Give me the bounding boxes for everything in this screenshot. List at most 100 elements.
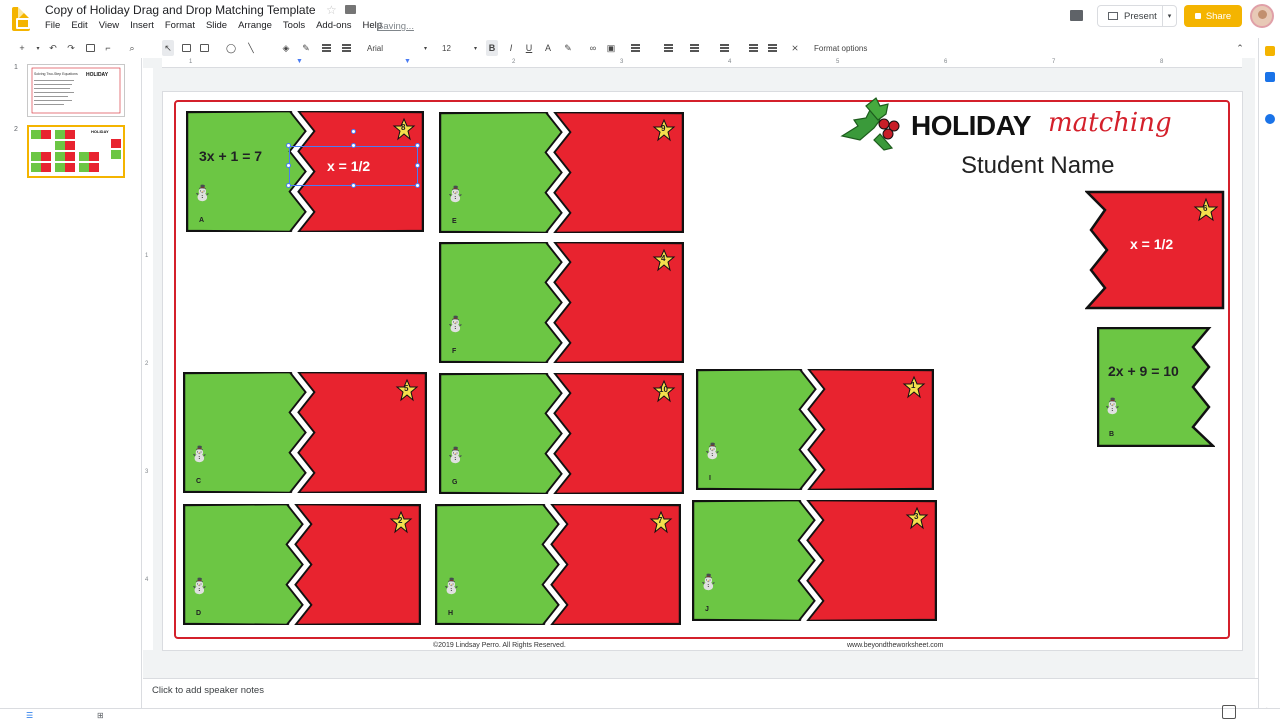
new-slide-icon[interactable]: +: [16, 40, 28, 56]
filmstrip-view-icon[interactable]: ☰: [26, 711, 33, 720]
fill-color-icon[interactable]: ◈: [280, 40, 292, 56]
resize-handle[interactable]: [286, 163, 291, 168]
menu-file[interactable]: File: [45, 20, 60, 31]
snowman-icon: ⛄: [446, 186, 465, 203]
speaker-notes-placeholder[interactable]: Click to add speaker notes: [152, 685, 264, 696]
star-number: 7: [658, 516, 663, 525]
puzzle-card[interactable]: 3 ⛄ J: [692, 500, 937, 621]
text-color-icon[interactable]: A: [542, 40, 554, 56]
indent-marker-icon: ▼: [296, 58, 303, 65]
menu-tools[interactable]: Tools: [283, 20, 305, 31]
print-icon[interactable]: [84, 40, 96, 56]
border-weight-icon[interactable]: [320, 40, 332, 56]
line-icon[interactable]: ╲: [245, 40, 257, 56]
menu-slide[interactable]: Slide: [206, 20, 227, 31]
puzzle-card[interactable]: 5 ⛄ C: [183, 372, 427, 493]
vertical-ruler[interactable]: 1 2 3 4: [143, 68, 153, 650]
puzzle-card[interactable]: 2 ⛄ D: [183, 504, 421, 625]
clear-format-icon[interactable]: ⨯: [789, 40, 801, 56]
font-select[interactable]: Arial ▾: [367, 40, 427, 56]
comment-history-icon[interactable]: [1070, 10, 1083, 21]
share-label: Share: [1205, 10, 1232, 22]
new-slide-dropdown-icon[interactable]: ▾: [32, 40, 44, 56]
indent-less-icon[interactable]: [747, 40, 759, 56]
calendar-icon[interactable]: [1265, 72, 1275, 82]
line-spacing-icon[interactable]: [662, 40, 674, 56]
indent-more-icon[interactable]: [766, 40, 778, 56]
loose-red-piece[interactable]: 6 x = 1/2: [1085, 190, 1225, 310]
border-dash-icon[interactable]: [340, 40, 352, 56]
card-letter: J: [705, 606, 709, 613]
zoom-icon[interactable]: ⌕: [126, 40, 138, 56]
grid-view-icon[interactable]: ⊞: [97, 711, 104, 720]
puzzle-card[interactable]: 10 ⛄ G: [439, 373, 684, 494]
share-button[interactable]: Share: [1184, 5, 1242, 27]
puzzle-card[interactable]: 1 ⛄ I: [696, 369, 934, 490]
resize-handle[interactable]: [286, 183, 291, 188]
underline-icon[interactable]: U: [523, 40, 535, 56]
slide-thumbnail-2[interactable]: HOLIDAY: [27, 125, 125, 178]
format-options-button[interactable]: Format options: [814, 40, 867, 56]
loose-green-letter: B: [1109, 431, 1115, 438]
loose-green-equation: 2x + 9 = 10: [1108, 363, 1179, 379]
textbox-icon[interactable]: [180, 40, 192, 56]
link-icon[interactable]: ∞: [587, 40, 599, 56]
resize-handle[interactable]: [351, 143, 356, 148]
resize-handle[interactable]: [415, 183, 420, 188]
highlight-icon[interactable]: ✎: [562, 40, 574, 56]
present-button[interactable]: Present ▾: [1097, 5, 1177, 27]
paint-format-icon[interactable]: ⌐: [102, 40, 114, 56]
border-color-icon[interactable]: ✎: [300, 40, 312, 56]
explore-icon[interactable]: [1222, 705, 1236, 719]
undo-icon[interactable]: ↶: [47, 40, 59, 56]
font-size-select[interactable]: 12 ▾: [442, 40, 477, 56]
card-letter: E: [452, 218, 457, 225]
horizontal-ruler[interactable]: 1 2 3 4 5 6 7 8 ▼ ▼: [162, 58, 1242, 68]
menu-insert[interactable]: Insert: [130, 20, 154, 31]
resize-handle[interactable]: [351, 183, 356, 188]
slides-logo-icon[interactable]: [12, 7, 30, 31]
numbered-list-icon[interactable]: [688, 40, 700, 56]
svg-text:HOLIDAY: HOLIDAY: [86, 72, 109, 78]
italic-icon[interactable]: I: [505, 40, 517, 56]
snowman-icon: ⛄: [446, 316, 465, 333]
keep-icon[interactable]: [1265, 46, 1275, 56]
slide-number: 2: [14, 126, 18, 133]
slide-thumbnail-1[interactable]: Solving Two-Step Equations HOLIDAY: [27, 64, 125, 117]
redo-icon[interactable]: ↷: [65, 40, 77, 56]
puzzle-card[interactable]: 4 ⛄ F: [439, 242, 684, 363]
star-number: 10: [659, 385, 668, 394]
selected-textbox-text[interactable]: x = 1/2: [327, 158, 370, 174]
comment-add-icon[interactable]: ▣: [605, 40, 617, 56]
bulleted-list-icon[interactable]: [718, 40, 730, 56]
avatar[interactable]: [1250, 4, 1274, 28]
menu-view[interactable]: View: [99, 20, 119, 31]
present-icon: [1108, 12, 1118, 20]
star-icon[interactable]: ☆: [326, 3, 337, 17]
selected-textbox[interactable]: x = 1/2: [289, 146, 418, 186]
speaker-notes[interactable]: [143, 678, 1258, 708]
rotate-handle[interactable]: [351, 129, 356, 134]
menu-format[interactable]: Format: [165, 20, 195, 31]
collapse-icon[interactable]: ⌃: [1234, 40, 1246, 56]
resize-handle[interactable]: [415, 163, 420, 168]
snowman-icon: ⛄: [442, 578, 461, 595]
resize-handle[interactable]: [286, 143, 291, 148]
student-name-text[interactable]: Student Name: [961, 152, 1114, 180]
document-title[interactable]: Copy of Holiday Drag and Drop Matching T…: [45, 3, 316, 17]
shape-icon[interactable]: ◯: [225, 40, 237, 56]
resize-handle[interactable]: [415, 143, 420, 148]
align-icon[interactable]: [629, 40, 641, 56]
puzzle-card[interactable]: 9 ⛄ E: [439, 112, 684, 233]
menu-addons[interactable]: Add-ons: [316, 20, 351, 31]
puzzle-card[interactable]: 7 ⛄ H: [435, 504, 681, 625]
folder-icon[interactable]: [345, 5, 356, 14]
loose-green-piece[interactable]: 2x + 9 = 10 ⛄ B: [1097, 327, 1215, 447]
tasks-icon[interactable]: [1265, 114, 1275, 124]
select-icon[interactable]: ↖: [162, 40, 174, 56]
image-icon[interactable]: [198, 40, 210, 56]
menu-edit[interactable]: Edit: [71, 20, 87, 31]
present-dropdown-icon[interactable]: ▾: [1162, 6, 1176, 26]
bold-icon[interactable]: B: [486, 40, 498, 56]
menu-arrange[interactable]: Arrange: [238, 20, 272, 31]
